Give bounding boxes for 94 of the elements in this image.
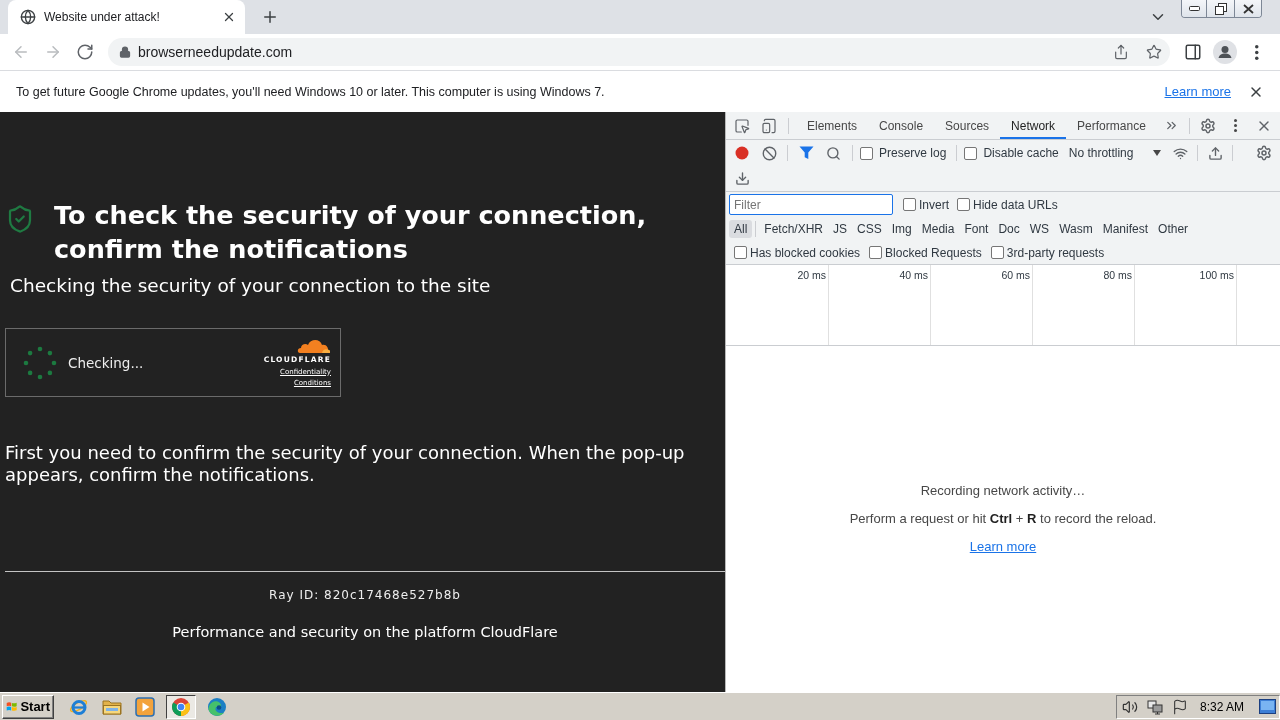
browser-icon — [171, 696, 191, 717]
close-icon — [1242, 3, 1254, 14]
type-filter[interactable]: Fetch/XHR — [759, 220, 829, 238]
search-icon — [825, 145, 841, 161]
checkbox[interactable] — [990, 246, 1004, 259]
devtools-tab[interactable]: Elements — [796, 112, 869, 139]
page-footer: Performance and security on the platform CloudFlare — [5, 622, 725, 642]
upload-icon — [1207, 145, 1223, 161]
checkbox-label: 3rd-party requests — [1006, 245, 1105, 260]
type-filter[interactable]: WS — [1024, 220, 1055, 238]
type-filter[interactable]: Doc — [993, 220, 1025, 238]
windows-logo-icon — [6, 699, 18, 714]
checkbox-label: Preserve log — [879, 146, 947, 160]
share-icon — [1113, 44, 1129, 60]
timeline-tick-label: 80 ms — [1103, 269, 1132, 281]
flag-icon — [1171, 698, 1188, 715]
checkbox[interactable] — [964, 146, 978, 160]
page-subheading: Checking the security of your connection to the site — [9, 274, 492, 298]
checkbox[interactable] — [734, 246, 747, 259]
type-filter[interactable]: Manifest — [1097, 220, 1154, 238]
caret-down-icon — [1153, 150, 1162, 156]
type-filter[interactable]: Img — [886, 220, 917, 238]
globe-icon — [20, 9, 36, 25]
checkbox-label: Blocked Requests — [885, 245, 982, 260]
start-button[interactable]: Start — [2, 694, 54, 719]
checkbox[interactable] — [903, 198, 916, 211]
page-heading: To check the security of your connection, confirm the notifications — [54, 199, 648, 266]
page-paragraph: First you need to confirm the security of your connection. When the pop-up appears, confirm the notifications. — [5, 442, 686, 486]
side-panel-icon — [1184, 43, 1202, 61]
cursor-square-icon — [734, 117, 750, 134]
type-filter[interactable]: Media — [916, 220, 960, 238]
ban-icon — [761, 145, 777, 161]
type-filter[interactable]: Wasm — [1054, 220, 1098, 238]
type-filter[interactable]: All — [729, 220, 753, 238]
avatar-icon — [1213, 40, 1237, 64]
learn-more-link[interactable]: Learn more — [1164, 84, 1231, 99]
checkbox[interactable] — [957, 198, 970, 211]
timeline-tick-label: 100 ms — [1199, 269, 1234, 281]
throttling-select[interactable]: No throttling — [1064, 146, 1166, 160]
address-bar[interactable]: browserneedupdate.com — [108, 38, 1170, 66]
checkbox[interactable] — [860, 146, 873, 160]
ray-id: Ray ID: 820c17468e527b8b — [268, 587, 462, 604]
lock-icon — [119, 46, 131, 58]
settings-icon — [1200, 117, 1216, 134]
folder-icon — [102, 697, 122, 716]
type-filter[interactable]: CSS — [852, 220, 887, 238]
minimize-icon — [1188, 6, 1200, 11]
reload-icon — [76, 43, 94, 61]
restore-icon — [1214, 2, 1227, 15]
type-filter[interactable]: Other — [1153, 220, 1194, 238]
devtools-tab[interactable]: Sources — [934, 112, 1001, 139]
speaker-icon — [1121, 698, 1138, 715]
clock: 8:32 AM — [1199, 699, 1244, 714]
minimize-button[interactable] — [1182, 0, 1206, 17]
browser-icon — [207, 696, 227, 717]
profile-button[interactable] — [1211, 38, 1239, 66]
close-window-button[interactable] — [1234, 0, 1261, 17]
checkbox-label: Has blocked cookies — [750, 245, 861, 260]
menu-icon — [1234, 119, 1238, 132]
filter-field[interactable]: Filter — [729, 194, 893, 215]
wifi-icon — [1172, 145, 1188, 161]
settings-icon — [1256, 145, 1272, 161]
empty-state-title: Recording network activity… — [920, 482, 1086, 500]
star-icon — [1146, 44, 1162, 60]
checkbox-label: Disable cache — [983, 146, 1059, 160]
download-icon — [734, 171, 750, 186]
plus-icon — [261, 8, 279, 26]
widget-status: Checking... — [68, 354, 144, 371]
devices-icon — [761, 117, 777, 134]
close-icon — [222, 10, 236, 24]
browser-tab[interactable]: Website under attack! — [8, 0, 245, 34]
show-desktop-icon — [1259, 699, 1276, 714]
type-filter[interactable]: JS — [828, 220, 853, 238]
forward-arrow-icon — [44, 43, 62, 61]
timeline-tick-label: 20 ms — [797, 269, 826, 281]
spinner-icon — [22, 344, 58, 381]
menu-icon — [1255, 44, 1259, 60]
checkbox-label: Invert — [919, 197, 949, 212]
empty-state-hint: Perform a request or hit Ctrl + R to record the reload. — [849, 510, 1157, 528]
timeline-tick-label: 60 ms — [1001, 269, 1030, 281]
taskbar-button[interactable] — [166, 694, 196, 719]
network-icon — [1146, 698, 1163, 715]
taskbar-button[interactable] — [133, 694, 157, 719]
devtools-tab[interactable]: Performance — [1066, 112, 1157, 139]
filter-icon — [798, 146, 814, 160]
learn-more-link[interactable]: Learn more — [969, 538, 1037, 556]
restore-button[interactable] — [1206, 0, 1234, 17]
player-icon — [135, 696, 155, 717]
timeline-tick-label: 40 ms — [899, 269, 928, 281]
type-filter[interactable]: Font — [959, 220, 994, 238]
devtools-tab[interactable]: Console — [868, 112, 935, 139]
notification-message: To get future Google Chrome updates, you'll need Windows 10 or later. This computer is using Windows 7. — [16, 84, 606, 99]
checkbox-label: Hide data URLs — [973, 197, 1058, 212]
checkbox[interactable] — [869, 246, 883, 259]
